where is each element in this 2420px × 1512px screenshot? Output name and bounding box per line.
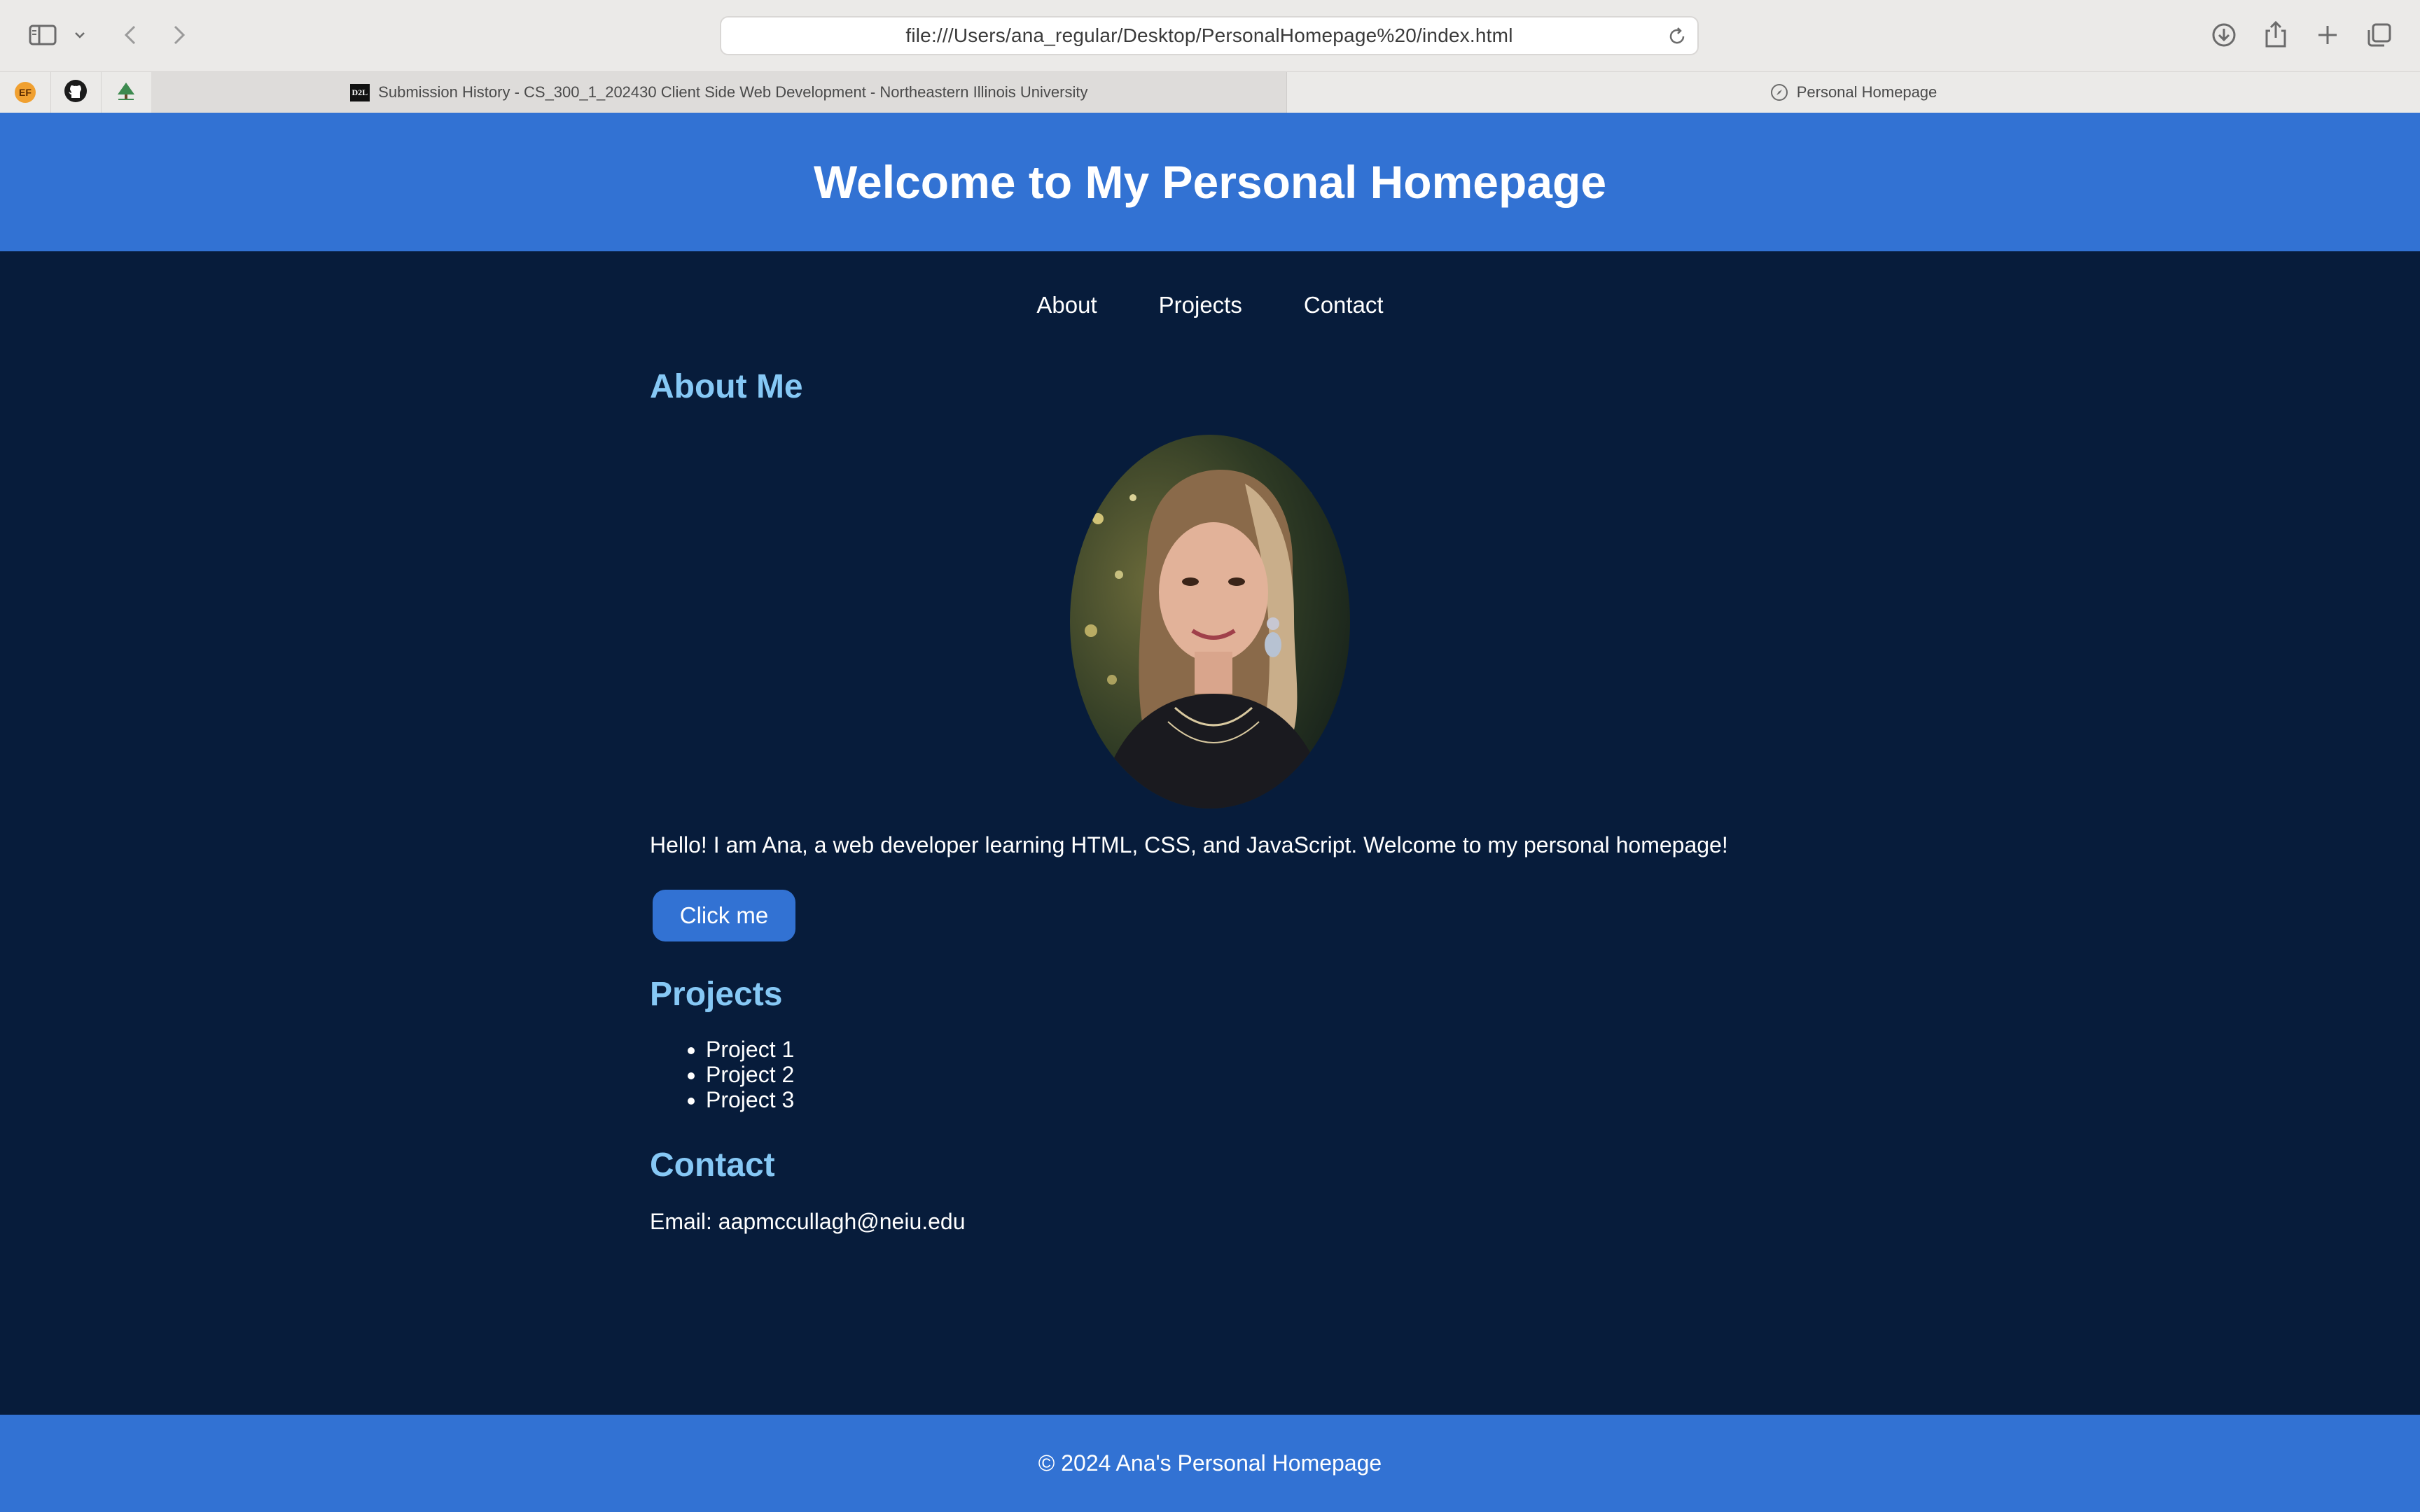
list-item: Project 3 — [706, 1087, 794, 1112]
tab-personal-homepage[interactable]: Personal Homepage — [1287, 72, 2420, 113]
footer-text: © 2024 Ana's Personal Homepage — [1038, 1450, 1382, 1476]
pinned-tab-tree[interactable] — [101, 72, 152, 113]
about-text: Hello! I am Ana, a web developer learnin… — [650, 832, 1728, 858]
contact-heading: Contact — [650, 1147, 775, 1184]
tab-submission-history[interactable]: D2L Submission History - CS_300_1_202430… — [151, 72, 1287, 113]
about-heading: About Me — [650, 368, 803, 405]
site-nav: About Projects Contact — [0, 284, 2420, 326]
projects-heading: Projects — [650, 976, 783, 1013]
d2l-icon: D2L — [349, 83, 370, 102]
click-me-button[interactable]: Click me — [653, 890, 795, 941]
list-item: Project 1 — [706, 1037, 794, 1062]
pinned-tab-ef[interactable]: EF — [0, 72, 51, 113]
pinned-tab-github[interactable] — [50, 72, 102, 113]
web-page: Welcome to My Personal Homepage About Pr… — [0, 113, 2420, 1512]
tab-title: Submission History - CS_300_1_202430 Cli… — [378, 83, 1088, 101]
tab-title: Personal Homepage — [1796, 83, 1938, 101]
tree-icon — [114, 80, 138, 105]
browser-toolbar: file:///Users/ana_regular/Desktop/Person… — [0, 0, 2420, 70]
contact-email: Email: aapmccullagh@neiu.edu — [650, 1209, 966, 1234]
profile-photo — [1070, 435, 1350, 808]
url-text: file:///Users/ana_regular/Desktop/Person… — [905, 24, 1513, 46]
forward-icon[interactable] — [167, 20, 192, 50]
address-bar[interactable]: file:///Users/ana_regular/Desktop/Person… — [720, 16, 1699, 55]
site-header: Welcome to My Personal Homepage — [0, 113, 2420, 251]
nav-link-projects[interactable]: Projects — [1159, 284, 1242, 326]
site-footer: © 2024 Ana's Personal Homepage — [0, 1415, 2420, 1512]
share-icon[interactable] — [2260, 18, 2291, 50]
projects-list: Project 1 Project 2 Project 3 — [650, 1037, 794, 1112]
nav-link-contact[interactable]: Contact — [1304, 284, 1384, 326]
page-title: Welcome to My Personal Homepage — [813, 156, 1607, 208]
github-icon — [64, 79, 88, 106]
back-icon[interactable] — [118, 20, 143, 50]
tab-overview-icon[interactable] — [2364, 20, 2395, 50]
tab-bar: EF D2L Submission History - CS_300_1_202… — [0, 71, 2420, 113]
list-item: Project 2 — [706, 1062, 794, 1087]
downloads-icon[interactable] — [2209, 20, 2239, 50]
new-tab-icon[interactable] — [2312, 20, 2343, 50]
sidebar-toggle-icon[interactable] — [27, 21, 59, 49]
ef-icon: EF — [15, 82, 36, 103]
chevron-down-icon[interactable] — [70, 25, 90, 45]
nav-link-about[interactable]: About — [1036, 284, 1097, 326]
compass-icon — [1770, 83, 1788, 102]
reload-icon[interactable] — [1667, 26, 1688, 47]
